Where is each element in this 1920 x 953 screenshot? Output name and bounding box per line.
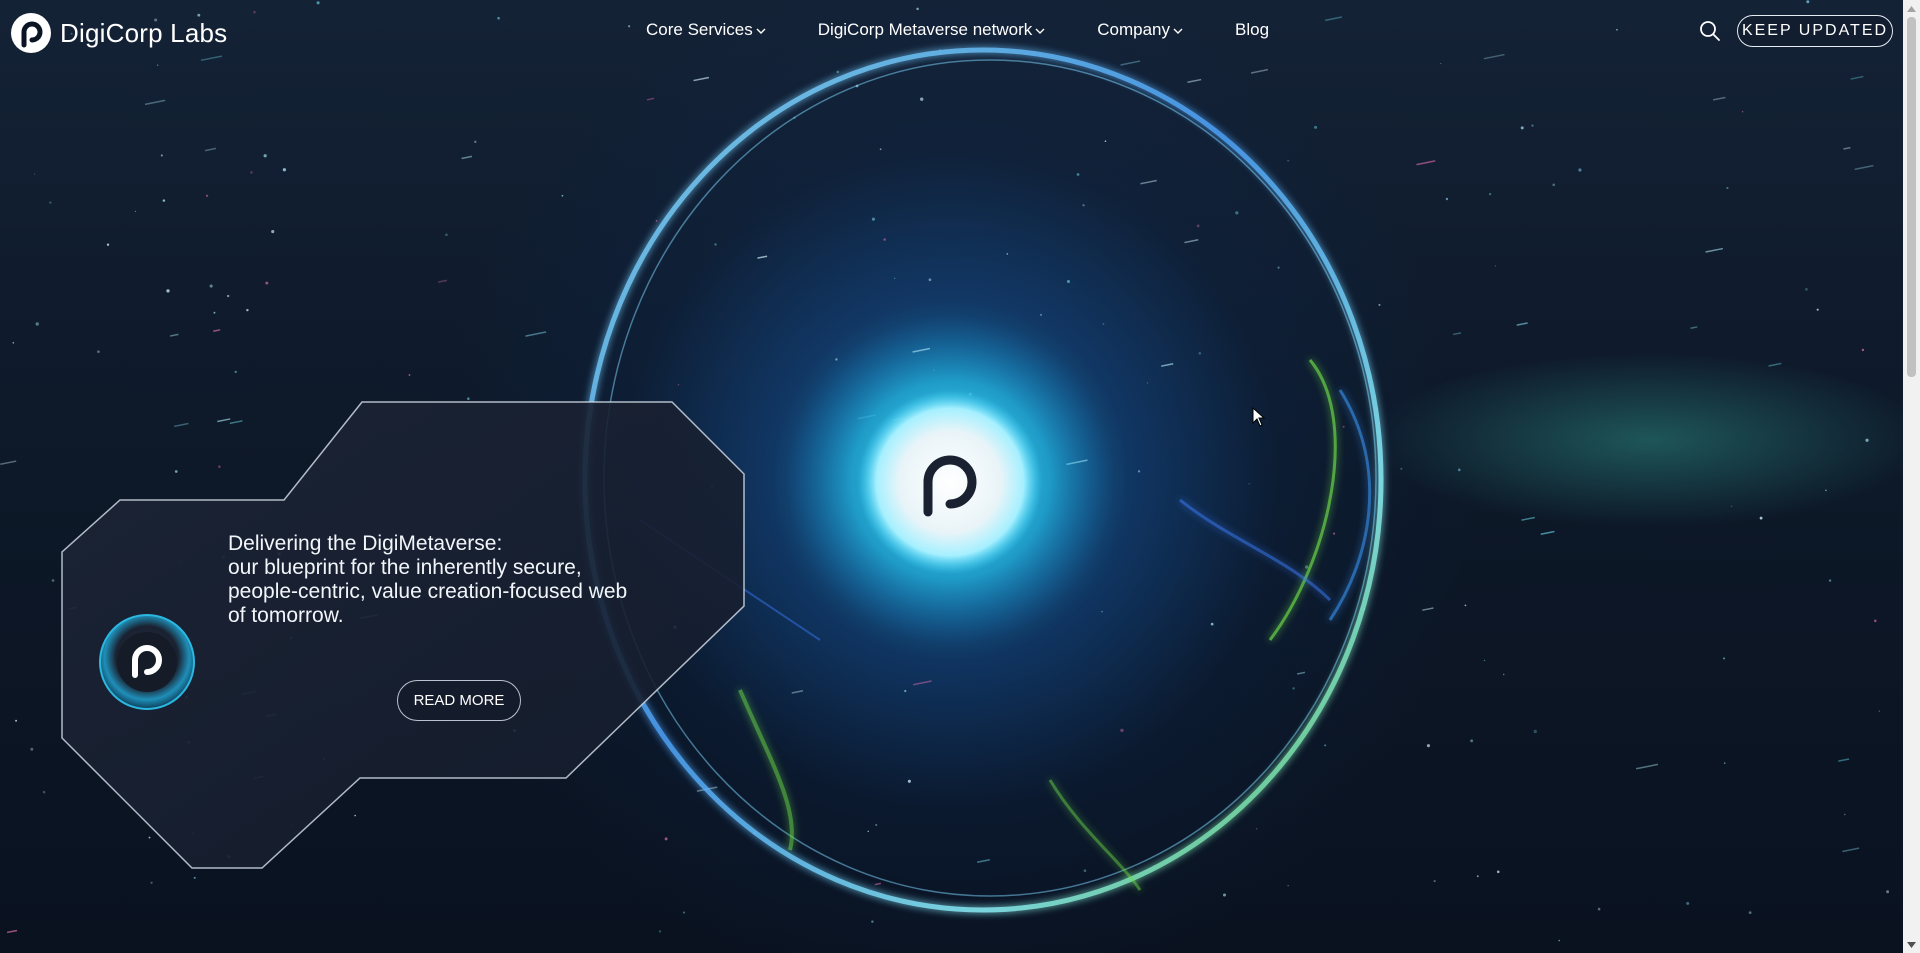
chevron-down-icon <box>756 28 766 34</box>
card-headline: Delivering the DigiMetaverse: our bluepr… <box>228 532 698 628</box>
nav-item-company[interactable]: Company <box>1097 20 1183 40</box>
chevron-down-icon <box>1035 28 1045 34</box>
headline-line: our blueprint for the inherently secure, <box>228 556 582 579</box>
headline-line: Delivering the DigiMetaverse: <box>228 532 503 555</box>
digicorp-logo-icon <box>11 13 51 53</box>
main-nav: Core Services DigiCorp Metaverse network… <box>646 20 1269 40</box>
vertical-scrollbar[interactable] <box>1903 0 1920 953</box>
nav-label: Company <box>1097 20 1170 39</box>
headline-line: of tomorrow. <box>228 604 344 627</box>
headline-line: people-centric, value creation-focused w… <box>228 580 628 603</box>
digicorp-badge-icon <box>99 614 195 710</box>
feature-card: Delivering the DigiMetaverse: our bluepr… <box>60 400 750 875</box>
top-navigation-bar: DigiCorp Labs Core Services DigiCorp Met… <box>0 0 1903 62</box>
nav-item-core-services[interactable]: Core Services <box>646 20 766 40</box>
keep-updated-button[interactable]: KEEP UPDATED <box>1737 15 1893 47</box>
nav-item-blog[interactable]: Blog <box>1235 20 1269 40</box>
read-more-button[interactable]: READ MORE <box>397 680 521 721</box>
scrollbar-thumb[interactable] <box>1907 17 1916 377</box>
chevron-down-icon <box>1173 28 1183 34</box>
mouse-cursor-icon <box>1252 407 1266 427</box>
scroll-up-arrow-icon[interactable] <box>1903 0 1920 17</box>
nav-label: Blog <box>1235 20 1270 39</box>
nav-label: Core Services <box>646 20 753 39</box>
scroll-down-arrow-icon[interactable] <box>1903 936 1920 953</box>
nav-label: DigiCorp Metaverse network <box>817 20 1033 39</box>
nav-item-metaverse-network[interactable]: DigiCorp Metaverse network <box>818 20 1045 40</box>
brand-name: DigiCorp Labs <box>60 17 228 48</box>
search-icon[interactable] <box>1699 20 1721 42</box>
brand-logo[interactable]: DigiCorp Labs <box>10 12 227 54</box>
